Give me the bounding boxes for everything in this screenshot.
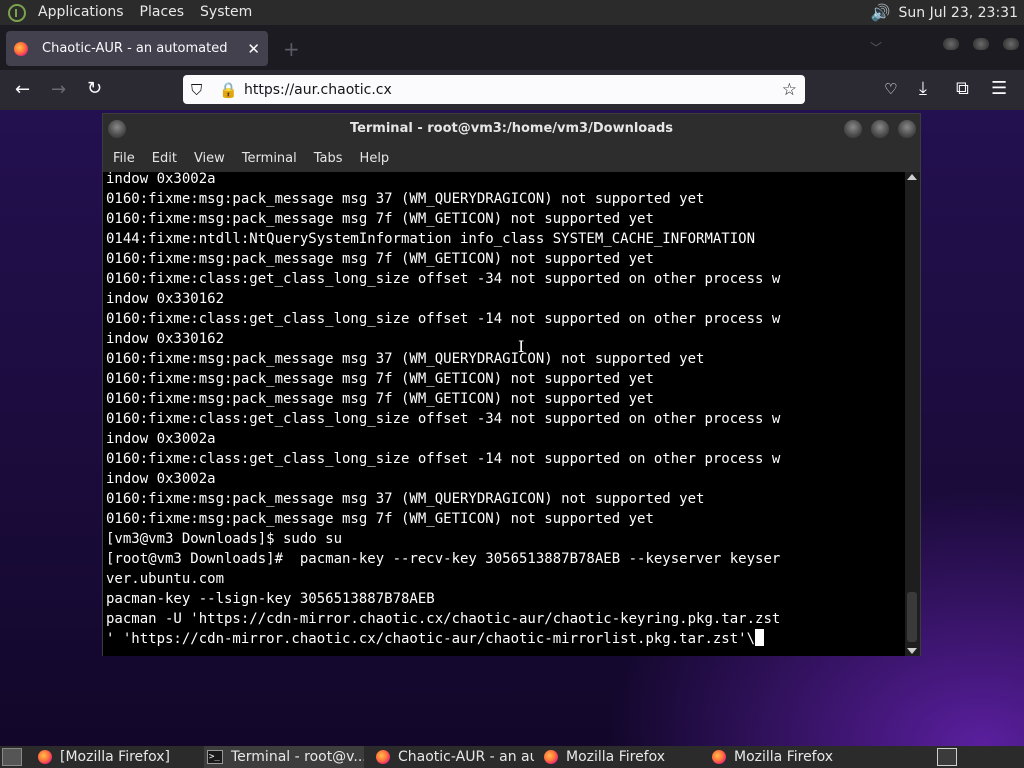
terminal-window: Terminal - root@vm3:/home/vm3/Downloads …: [102, 113, 921, 656]
scroll-thumb[interactable]: [907, 592, 917, 642]
terminal-line: 0160:fixme:msg:pack_message msg 7f (WM_G…: [106, 371, 654, 387]
terminal-line: pacman -U 'https://cdn-mirror.chaotic.cx…: [106, 611, 781, 627]
terminal-line: 0144:fixme:ntdll:NtQuerySystemInformatio…: [106, 231, 756, 247]
workspace-switcher[interactable]: [937, 748, 957, 766]
menu-applications[interactable]: Applications: [30, 0, 132, 25]
terminal-menu-help[interactable]: Help: [360, 151, 390, 166]
terminal-menu-terminal[interactable]: Terminal: [242, 151, 297, 166]
scroll-up-icon[interactable]: [907, 174, 917, 180]
browser-tab-bar: Chaotic-AUR - an automated bu ✕ + ﹀: [0, 25, 1024, 70]
download-icon[interactable]: ⤓: [919, 78, 927, 99]
taskbar-item-firefox-2[interactable]: Mozilla Firefox: [542, 746, 702, 768]
forward-arrow-icon[interactable]: →: [51, 79, 66, 100]
url-bar[interactable]: ⛉ 🔒 https://aur.chaotic.cx ☆: [183, 75, 805, 104]
terminal-title: Terminal - root@vm3:/home/vm3/Downloads: [349, 121, 674, 136]
extensions-icon[interactable]: ⧉: [956, 78, 969, 99]
taskbar-item-label: Chaotic-AUR - an au...: [398, 749, 534, 765]
reload-icon[interactable]: ↻: [87, 78, 102, 99]
firefox-icon: [712, 750, 726, 764]
terminal-line: 0160:fixme:msg:pack_message msg 7f (WM_G…: [106, 211, 654, 227]
top-panel: Applications Places System 🔊 Sun Jul 23,…: [0, 0, 1024, 25]
text-cursor-icon: I: [518, 337, 525, 356]
terminal-scrollbar[interactable]: [905, 172, 920, 656]
lock-icon[interactable]: 🔒: [219, 81, 238, 99]
shield-icon[interactable]: ⛉: [191, 81, 202, 99]
taskbar-item-firefox-3[interactable]: Mozilla Firefox: [710, 746, 870, 768]
terminal-line: 0160:fixme:msg:pack_message msg 7f (WM_G…: [106, 391, 654, 407]
terminal-cursor: [755, 629, 765, 646]
terminal-line: 0160:fixme:class:get_class_long_size off…: [106, 311, 781, 327]
panel-menu: Applications Places System: [0, 0, 260, 25]
taskbar-item-chaotic-aur[interactable]: Chaotic-AUR - an au...: [374, 746, 534, 768]
new-tab-icon[interactable]: +: [283, 37, 300, 61]
terminal-lines: indow 0x3002a 0160:fixme:msg:pack_message…: [103, 172, 780, 649]
terminal-line: 0160:fixme:msg:pack_message msg 7f (WM_G…: [106, 511, 654, 527]
back-arrow-icon[interactable]: ←: [15, 79, 30, 100]
menu-places[interactable]: Places: [132, 0, 193, 25]
terminal-line: 0160:fixme:msg:pack_message msg 37 (WM_Q…: [106, 191, 705, 207]
show-desktop-icon[interactable]: [2, 748, 22, 766]
terminal-line: pacman-key --lsign-key 3056513887B78AEB: [106, 591, 435, 607]
taskbar-item-terminal[interactable]: >_ Terminal - root@v...: [204, 746, 364, 768]
terminal-output[interactable]: indow 0x3002a 0160:fixme:msg:pack_message…: [103, 172, 905, 656]
terminal-menu-file[interactable]: File: [113, 151, 135, 166]
terminal-line: indow 0x330162: [106, 291, 225, 307]
url-text[interactable]: https://aur.chaotic.cx: [244, 82, 392, 98]
browser-tab[interactable]: Chaotic-AUR - an automated bu ✕: [6, 31, 268, 66]
terminal-icon: >_: [207, 750, 223, 764]
terminal-line: 0160:fixme:msg:pack_message msg 37 (WM_Q…: [106, 351, 705, 367]
terminal-maximize-button[interactable]: [871, 120, 889, 138]
maximize-window-button[interactable]: [973, 38, 989, 50]
terminal-line: ver.ubuntu.com: [106, 571, 225, 587]
taskbar-item-label: [Mozilla Firefox]: [60, 749, 170, 765]
minimize-window-button[interactable]: [943, 38, 959, 50]
firefox-icon: [14, 41, 28, 56]
taskbar: [Mozilla Firefox] >_ Terminal - root@v..…: [0, 746, 1024, 768]
terminal-line: [vm3@vm3 Downloads]$ sudo su: [106, 531, 343, 547]
hamburger-menu-icon[interactable]: ☰: [991, 78, 1007, 99]
terminal-line: ' 'https://cdn-mirror.chaotic.cx/chaotic…: [106, 629, 780, 649]
terminal-close-button[interactable]: [898, 120, 916, 138]
terminal-menu-tabs[interactable]: Tabs: [314, 151, 343, 166]
terminal-line: 0160:fixme:msg:pack_message msg 37 (WM_Q…: [106, 491, 705, 507]
terminal-title-bar[interactable]: Terminal - root@vm3:/home/vm3/Downloads: [103, 114, 920, 144]
panel-tray: 🔊 Sun Jul 23, 23:31: [871, 3, 1024, 22]
terminal-line: [root@vm3 Downloads]# pacman-key --recv-…: [106, 551, 781, 567]
firefox-icon: [376, 750, 390, 764]
terminal-line: indow 0x3002a: [106, 431, 216, 447]
chevron-down-icon[interactable]: ﹀: [870, 39, 882, 56]
tab-title: Chaotic-AUR - an automated bu: [42, 41, 232, 56]
terminal-minimize-button[interactable]: [844, 120, 862, 138]
bookmark-star-icon[interactable]: ☆: [782, 80, 797, 100]
terminal-line: indow 0x3002a: [106, 471, 216, 487]
close-tab-icon[interactable]: ✕: [247, 40, 260, 58]
terminal-line: indow 0x330162: [106, 331, 225, 347]
distro-logo-icon[interactable]: [8, 3, 26, 22]
terminal-line: 0160:fixme:msg:pack_message msg 7f (WM_G…: [106, 251, 654, 267]
pocket-icon[interactable]: ♡: [884, 80, 897, 98]
terminal-line: 0160:fixme:class:get_class_long_size off…: [106, 451, 781, 467]
taskbar-item-label: Terminal - root@v...: [231, 749, 364, 765]
terminal-line: 0160:fixme:class:get_class_long_size off…: [106, 271, 781, 287]
firefox-icon: [544, 750, 558, 764]
terminal-line: 0160:fixme:class:get_class_long_size off…: [106, 411, 781, 427]
terminal-menu-view[interactable]: View: [194, 151, 225, 166]
clock[interactable]: Sun Jul 23, 23:31: [899, 5, 1019, 21]
firefox-icon: [38, 750, 52, 764]
terminal-line: indow 0x3002a: [106, 172, 216, 187]
taskbar-item-firefox-1[interactable]: [Mozilla Firefox]: [38, 746, 198, 768]
scroll-down-icon[interactable]: [907, 648, 917, 654]
taskbar-item-label: Mozilla Firefox: [734, 749, 834, 765]
menu-system[interactable]: System: [192, 0, 260, 25]
taskbar-item-label: Mozilla Firefox: [566, 749, 666, 765]
terminal-menu-edit[interactable]: Edit: [152, 151, 177, 166]
close-window-button[interactable]: [1003, 38, 1019, 50]
volume-icon[interactable]: 🔊: [871, 3, 891, 22]
terminal-menu-bar: File Edit View Terminal Tabs Help: [103, 144, 920, 172]
window-menu-button[interactable]: [108, 120, 126, 138]
